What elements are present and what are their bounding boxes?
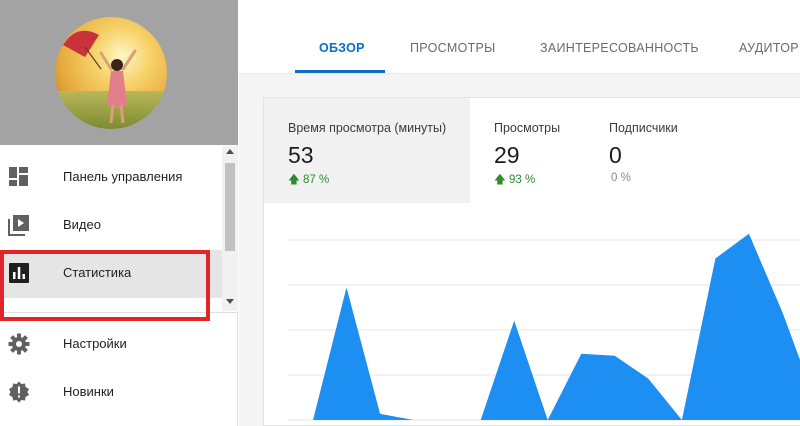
analytics-icon <box>9 263 29 283</box>
metric-watch-time[interactable]: Время просмотра (минуты) 53 🡅 87 % <box>264 98 470 203</box>
metric-value: 0 <box>609 142 622 168</box>
tab-overview[interactable]: ОБЗОР <box>319 41 365 55</box>
alert-badge-icon <box>9 381 29 403</box>
sidebar-divider <box>0 312 238 313</box>
channel-avatar[interactable] <box>55 17 167 129</box>
sidebar: Панель управления Видео Статистика Настр… <box>0 0 238 426</box>
gear-icon <box>8 333 30 355</box>
sidebar-item-video[interactable]: Видео <box>0 202 222 250</box>
metric-subscribers[interactable]: Подписчики 0 0 % <box>585 98 735 203</box>
scroll-up-arrow-icon[interactable] <box>226 149 234 154</box>
metric-label: Время просмотра (минуты) <box>288 121 447 135</box>
dashboard-icon <box>9 167 28 186</box>
metric-views[interactable]: Просмотры 29 🡅 93 % <box>470 98 585 203</box>
sidebar-item-whats-new[interactable]: Новинки <box>0 369 238 417</box>
sidebar-item-label: Статистика <box>63 265 132 280</box>
metric-value: 29 <box>494 142 520 168</box>
main-content: ОБЗОР ПРОСМОТРЫ ЗАИНТЕРЕСОВАННОСТЬ АУДИТ… <box>239 0 800 426</box>
sidebar-item-label: Новинки <box>63 384 114 399</box>
sidebar-scrollbar-thumb[interactable] <box>225 163 235 251</box>
sidebar-item-label: Панель управления <box>63 169 183 184</box>
metric-change: 🡅 93 % <box>494 174 536 186</box>
chart-area-series[interactable] <box>313 233 800 420</box>
tab-audience[interactable]: АУДИТОР <box>739 41 799 55</box>
sidebar-item-label: Видео <box>63 217 101 232</box>
metric-label: Подписчики <box>609 121 678 135</box>
metric-change: 🡅 87 % <box>288 174 330 186</box>
tab-views[interactable]: ПРОСМОТРЫ <box>410 41 496 55</box>
scroll-down-arrow-icon[interactable] <box>226 299 234 304</box>
active-tab-indicator <box>295 70 385 73</box>
arrow-up-icon: 🡅 <box>494 174 506 186</box>
sidebar-item-analytics[interactable]: Статистика <box>0 250 222 298</box>
sidebar-item-label: Настройки <box>63 336 127 351</box>
analytics-tabs: ОБЗОР ПРОСМОТРЫ ЗАИНТЕРЕСОВАННОСТЬ АУДИТ… <box>239 0 800 74</box>
video-library-icon <box>8 215 29 236</box>
overview-card: Время просмотра (минуты) 53 🡅 87 % Просм… <box>263 97 800 426</box>
sidebar-item-dashboard[interactable]: Панель управления <box>0 154 222 202</box>
watch-time-chart <box>288 233 800 421</box>
sidebar-item-settings[interactable]: Настройки <box>0 321 238 369</box>
channel-profile-area <box>0 0 238 145</box>
arrow-up-icon: 🡅 <box>288 174 300 186</box>
metric-change: 0 % <box>611 172 631 184</box>
tab-engagement[interactable]: ЗАИНТЕРЕСОВАННОСТЬ <box>540 41 699 55</box>
metric-label: Просмотры <box>494 121 561 135</box>
metric-value: 53 <box>288 142 314 168</box>
